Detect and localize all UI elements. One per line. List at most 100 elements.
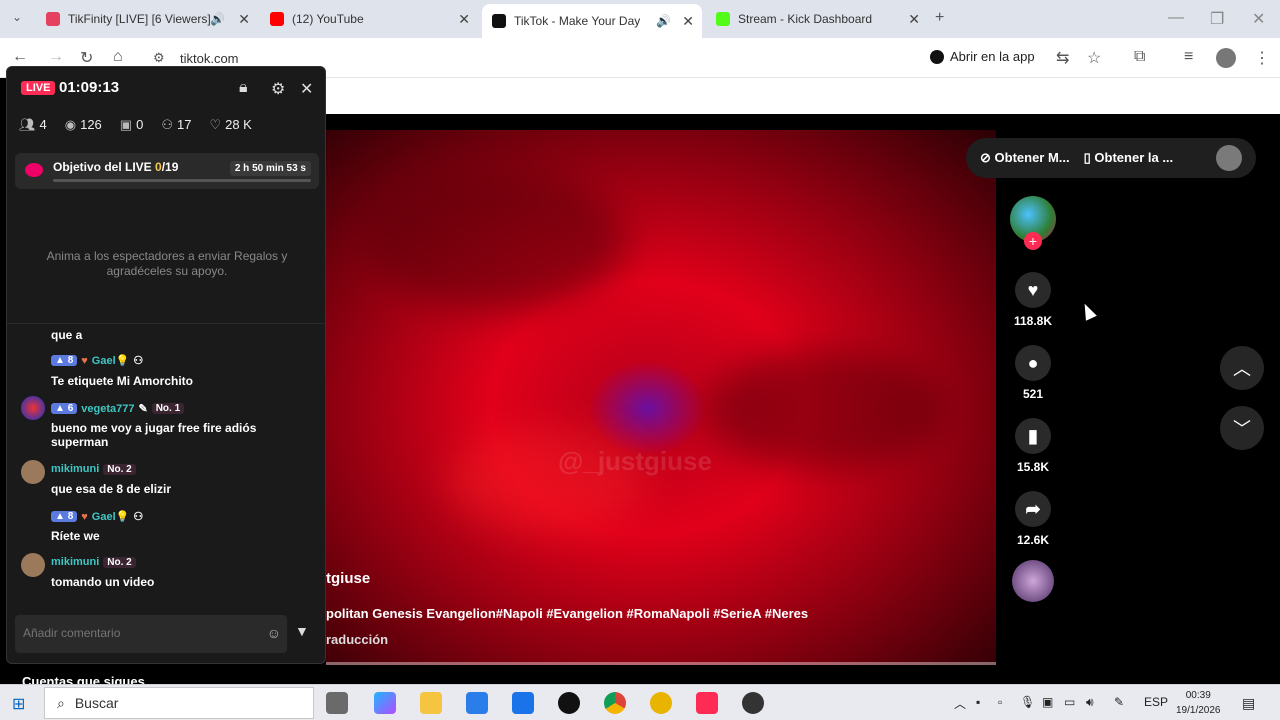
taskbar-search[interactable]: ⌕ Buscar: [44, 687, 314, 719]
open-in-app-button[interactable]: Abrir en la app: [930, 49, 1035, 64]
chrome-icon[interactable]: [604, 692, 626, 714]
previous-video-button[interactable]: ︿: [1220, 346, 1264, 390]
share-action[interactable]: ➦ 12.6K: [1008, 491, 1058, 547]
speaker-icon[interactable]: 🔊: [656, 14, 671, 28]
store-icon[interactable]: [466, 692, 488, 714]
viewers-count: 126: [80, 117, 102, 132]
comment-action[interactable]: ● 521: [1008, 345, 1058, 401]
user-avatar[interactable]: [21, 553, 45, 577]
translate-icon[interactable]: ⇆: [1056, 48, 1069, 68]
speaker-icon[interactable]: 🔊: [210, 12, 225, 26]
chat-meta: mikimuni No. 2: [51, 463, 136, 475]
close-icon[interactable]: ✕: [300, 79, 313, 99]
chat-username[interactable]: Gael💡: [92, 510, 130, 523]
menu-icon[interactable]: ⋮: [1254, 48, 1270, 68]
copilot-icon[interactable]: [374, 692, 396, 714]
comment-input[interactable]: [23, 626, 253, 640]
tray-expand-icon[interactable]: ︿: [954, 695, 966, 712]
close-tab-icon[interactable]: ✕: [458, 11, 470, 28]
maximize-icon[interactable]: ❐: [1210, 9, 1224, 29]
save-action[interactable]: ▮ 15.8K: [1008, 418, 1058, 474]
tab-tikfinity[interactable]: TikFinity [LIVE] [6 Viewers] 🔊 ✕: [36, 4, 258, 34]
video-player[interactable]: @_justgiuse tgiuse politan Genesis Evang…: [326, 130, 996, 665]
live-goal[interactable]: Objetivo del LIVE 0/19 2 h 50 min 53 s: [15, 153, 319, 189]
user-avatar[interactable]: [21, 396, 45, 420]
get-app-label: Obtener la ...: [1094, 150, 1174, 165]
close-tab-icon[interactable]: ✕: [908, 11, 920, 28]
tiktok-live-studio-icon[interactable]: [696, 692, 718, 714]
user-avatar[interactable]: [1216, 145, 1242, 171]
tray-app-icon[interactable]: ▣: [1042, 695, 1053, 709]
chat-username[interactable]: mikimuni: [51, 463, 99, 475]
music-disc-avatar[interactable]: [1012, 560, 1054, 602]
file-explorer-icon[interactable]: [420, 692, 442, 714]
new-tab-icon[interactable]: +: [935, 9, 944, 27]
coin-app-icon[interactable]: [650, 692, 672, 714]
chat-username[interactable]: vegeta777: [81, 403, 134, 415]
rank-badge: No. 2: [103, 556, 136, 568]
system-clock[interactable]: 00:39 19/1/2026: [1176, 688, 1221, 718]
eye-icon: ◉: [64, 117, 77, 132]
emoji-icon[interactable]: ☺: [267, 625, 281, 641]
video-author[interactable]: tgiuse: [326, 570, 370, 587]
reload-icon[interactable]: ↻: [80, 48, 93, 68]
windows-start-icon[interactable]: ⊞: [12, 694, 25, 714]
share-icon: ➦: [1015, 491, 1051, 527]
tray-app-icon[interactable]: ▫: [998, 695, 1002, 709]
site-info-icon[interactable]: ⚙: [153, 50, 165, 66]
next-video-button[interactable]: ﹀: [1220, 406, 1264, 450]
get-app-bar: ⊘ Obtener M... ▯ Obtener la ...: [966, 138, 1256, 178]
network-icon[interactable]: ▭: [1064, 695, 1075, 709]
tab-title: TikTok - Make Your Day: [514, 14, 641, 28]
rank-badge: No. 1: [151, 403, 185, 414]
task-view-icon[interactable]: [326, 692, 348, 714]
follow-plus-icon[interactable]: +: [1024, 232, 1042, 250]
goal-icon: [25, 163, 43, 177]
get-app-button[interactable]: ▯ Obtener la ...: [1084, 150, 1174, 166]
video-progress-bar[interactable]: [326, 662, 996, 665]
chat-username[interactable]: mikimuni: [51, 556, 99, 568]
get-coins-label: Obtener M...: [994, 150, 1070, 165]
notifications-icon[interactable]: ▤: [1242, 695, 1255, 712]
get-coins-button[interactable]: ⊘ Obtener M...: [980, 150, 1070, 166]
tab-youtube[interactable]: (12) YouTube ✕: [260, 4, 478, 34]
lock-icon[interactable]: 🔒︎: [239, 79, 248, 97]
microphone-icon[interactable]: 🎙︎: [1020, 695, 1035, 709]
tab-search-icon[interactable]: ⌄: [12, 10, 22, 24]
profile-avatar[interactable]: [1216, 48, 1236, 68]
url-field[interactable]: tiktok.com: [180, 51, 239, 66]
media-control-icon[interactable]: ≡: [1184, 48, 1193, 66]
volume-icon[interactable]: 🔊︎: [1086, 695, 1094, 710]
back-icon[interactable]: ←: [12, 48, 28, 66]
user-avatar[interactable]: [21, 460, 45, 484]
gear-icon[interactable]: ⚙: [271, 79, 285, 99]
level-badge: ▲ 8: [51, 511, 78, 522]
obs-icon[interactable]: [742, 692, 764, 714]
share-count: 12.6K: [1016, 533, 1050, 547]
taskbar-search-label: Buscar: [74, 695, 119, 711]
tab-tiktok[interactable]: TikTok - Make Your Day 🔊 ✕: [482, 4, 702, 38]
like-action[interactable]: ♥ 118.8K: [1008, 272, 1058, 328]
minimize-icon[interactable]: —: [1168, 9, 1184, 27]
home-icon[interactable]: ⌂: [113, 48, 123, 66]
gift-encourage-text: Anima a los espectadores a enviar Regalo…: [46, 249, 288, 278]
forward-icon[interactable]: →: [48, 48, 64, 66]
comment-count: 521: [1022, 387, 1044, 401]
filter-icon[interactable]: ▼: [295, 623, 309, 639]
level-badge: ▲ 8: [51, 355, 78, 366]
tiktok-app-icon[interactable]: [558, 692, 580, 714]
close-tab-icon[interactable]: ✕: [238, 11, 250, 28]
pen-icon[interactable]: ✎: [1114, 695, 1124, 709]
chat-username[interactable]: Gael💡: [92, 354, 130, 367]
see-translation-link[interactable]: raducción: [326, 632, 388, 647]
chat-list[interactable]: que a ▲ 8 ♥ Gael💡 ⚇ Te etiquete Mi Amorc…: [7, 323, 325, 593]
close-tab-icon[interactable]: ✕: [682, 13, 694, 30]
tab-kick[interactable]: Stream - Kick Dashboard ✕: [706, 4, 928, 34]
tab-title: Stream - Kick Dashboard: [738, 12, 873, 26]
window-close-icon[interactable]: ✕: [1252, 9, 1265, 29]
tray-app-icon[interactable]: ▪: [976, 695, 980, 709]
language-indicator[interactable]: ESP: [1144, 695, 1168, 709]
outlook-icon[interactable]: [512, 692, 534, 714]
extensions-icon[interactable]: ⧉: [1134, 48, 1145, 66]
star-icon[interactable]: ☆: [1087, 48, 1101, 68]
